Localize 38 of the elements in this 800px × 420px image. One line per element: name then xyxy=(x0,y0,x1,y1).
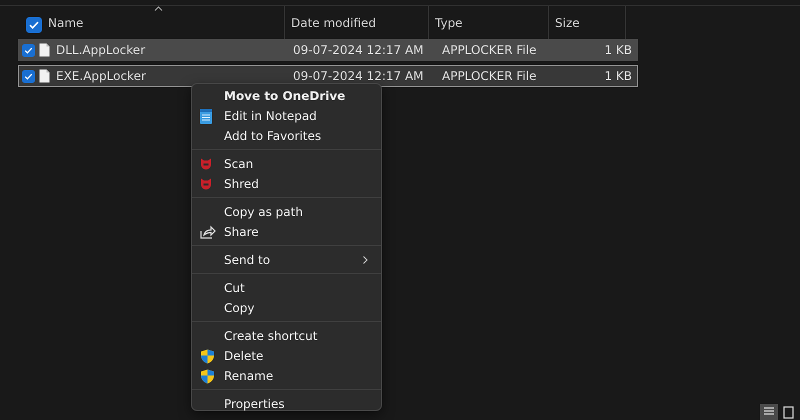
sort-caret-icon xyxy=(154,6,164,11)
file-name: EXE.AppLocker xyxy=(56,69,147,83)
chevron-icon xyxy=(363,256,368,264)
file-icon xyxy=(39,43,50,57)
menu-item[interactable]: Delete xyxy=(196,346,377,366)
menu-item[interactable]: Copy as path xyxy=(196,202,377,222)
menu-item[interactable]: Rename xyxy=(196,366,377,386)
file-row[interactable]: EXE.AppLocker 09-07-2024 12:17 AM APPLOCKER File 1 KB xyxy=(18,65,638,87)
share-icon xyxy=(200,225,216,239)
menu-item[interactable]: Copy xyxy=(196,298,377,318)
security-shield-icon xyxy=(200,368,215,384)
menu-item[interactable]: Shred xyxy=(196,174,377,194)
details-view-button[interactable] xyxy=(760,404,778,420)
menu-item[interactable]: Send to xyxy=(196,250,377,270)
security-shield-icon xyxy=(200,348,215,364)
menu-item[interactable]: Add to Favorites xyxy=(196,126,377,146)
menu-item[interactable]: Properties xyxy=(196,394,377,414)
date-cell-text: 09-07-2024 12:17 AM xyxy=(293,43,425,57)
file-row[interactable]: DLL.AppLocker 09-07-2024 12:17 AM APPLOCKER File 1 KB xyxy=(18,39,638,61)
menu-item[interactable]: Edit in Notepad xyxy=(196,106,377,126)
menu-item[interactable]: Scan xyxy=(196,154,377,174)
menu-item[interactable]: Share xyxy=(196,222,377,242)
checkbox[interactable] xyxy=(26,17,42,33)
type-cell-text: APPLOCKER File xyxy=(442,43,538,57)
shield-icon xyxy=(200,178,212,190)
notepad-icon xyxy=(200,108,212,124)
menu-item[interactable]: Cut xyxy=(196,278,377,298)
menu-item[interactable]: Create shortcut xyxy=(196,326,377,346)
checkbox[interactable] xyxy=(22,44,35,56)
size-cell-text: 1 KB xyxy=(603,43,632,57)
checkbox[interactable] xyxy=(22,70,35,82)
type-cell-text: APPLOCKER File xyxy=(442,69,538,83)
size-cell-text: 1 KB xyxy=(603,69,632,83)
shield-icon xyxy=(200,158,212,170)
file-icon xyxy=(39,69,50,83)
file-name: DLL.AppLocker xyxy=(56,43,146,57)
menu-item[interactable]: Move to OneDrive xyxy=(196,86,377,106)
date-cell-text: 09-07-2024 12:17 AM xyxy=(293,69,425,83)
